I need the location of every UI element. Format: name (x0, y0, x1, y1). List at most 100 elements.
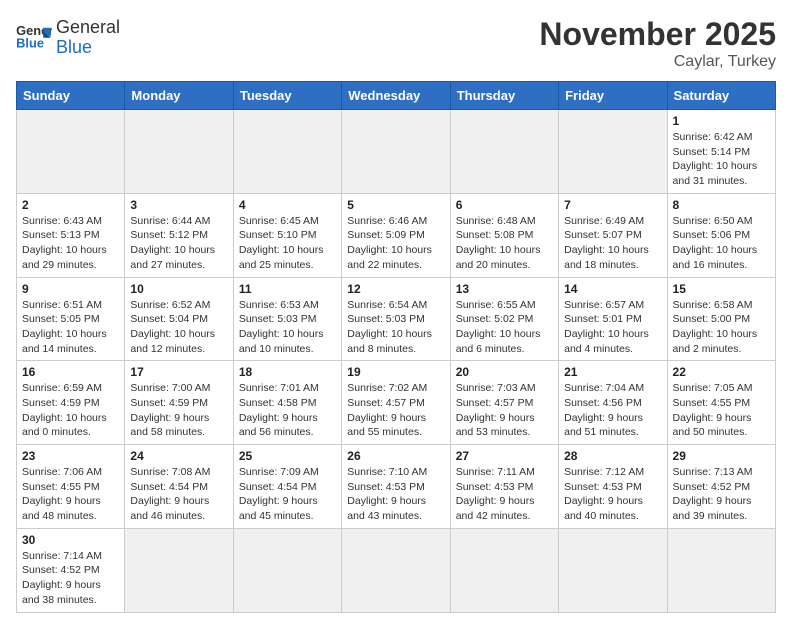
calendar: Sunday Monday Tuesday Wednesday Thursday… (16, 81, 776, 613)
table-row: 6Sunrise: 6:48 AM Sunset: 5:08 PM Daylig… (450, 193, 558, 277)
day-number: 8 (673, 198, 770, 212)
month-title: November 2025 (539, 16, 776, 53)
day-info: Sunrise: 6:45 AM Sunset: 5:10 PM Dayligh… (239, 214, 336, 273)
table-row: 11Sunrise: 6:53 AM Sunset: 5:03 PM Dayli… (233, 277, 341, 361)
day-info: Sunrise: 6:52 AM Sunset: 5:04 PM Dayligh… (130, 298, 227, 357)
day-info: Sunrise: 6:42 AM Sunset: 5:14 PM Dayligh… (673, 130, 770, 189)
day-info: Sunrise: 6:58 AM Sunset: 5:00 PM Dayligh… (673, 298, 770, 357)
table-row: 8 Sunrise: 6:50 AM Sunset: 5:06 PM Daylig… (667, 193, 775, 277)
day-number: 22 (673, 365, 770, 379)
table-row: 22 Sunrise: 7:05 AM Sunset: 4:55 PM Dayli… (667, 361, 775, 445)
day-number: 25 (239, 449, 336, 463)
day-number: 2 (22, 198, 119, 212)
table-row (17, 110, 125, 194)
day-number: 17 (130, 365, 227, 379)
table-row: 10 Sunrise: 6:52 AM Sunset: 5:04 PM Dayli… (125, 277, 233, 361)
calendar-row: 30 Sunrise: 7:14 AM Sunset: 4:52 PM Dayli… (17, 528, 776, 612)
day-number: 10 (130, 282, 227, 296)
day-info: Sunrise: 7:00 AM Sunset: 4:59 PM Dayligh… (130, 381, 227, 440)
day-info: Sunrise: 6:44 AM Sunset: 5:12 PM Dayligh… (130, 214, 227, 273)
table-row (559, 110, 667, 194)
day-number: 29 (673, 449, 770, 463)
day-number: 15 (673, 282, 770, 296)
table-row: 1 Sunrise: 6:42 AM Sunset: 5:14 PM Daylig… (667, 110, 775, 194)
day-info: Sunrise: 6:57 AM Sunset: 5:01 PM Dayligh… (564, 298, 661, 357)
logo-icon: General Blue (16, 22, 52, 52)
header-friday: Friday (559, 82, 667, 110)
day-number: 3 (130, 198, 227, 212)
table-row: 19Sunrise: 7:02 AM Sunset: 4:57 PM Dayli… (342, 361, 450, 445)
day-number: 27 (456, 449, 553, 463)
day-number: 9 (22, 282, 119, 296)
day-info: Sunrise: 6:59 AM Sunset: 4:59 PM Dayligh… (22, 381, 119, 440)
calendar-row: 2 Sunrise: 6:43 AM Sunset: 5:13 PM Daylig… (17, 193, 776, 277)
table-row: 9 Sunrise: 6:51 AM Sunset: 5:05 PM Daylig… (17, 277, 125, 361)
svg-text:Blue: Blue (16, 36, 44, 51)
header-monday: Monday (125, 82, 233, 110)
table-row: 2 Sunrise: 6:43 AM Sunset: 5:13 PM Daylig… (17, 193, 125, 277)
table-row: 16Sunrise: 6:59 AM Sunset: 4:59 PM Dayli… (17, 361, 125, 445)
table-row: 24 Sunrise: 7:08 AM Sunset: 4:54 PM Dayli… (125, 445, 233, 529)
day-info: Sunrise: 7:05 AM Sunset: 4:55 PM Dayligh… (673, 381, 770, 440)
table-row: 18 Sunrise: 7:01 AM Sunset: 4:58 PM Dayli… (233, 361, 341, 445)
table-row (559, 528, 667, 612)
table-row (450, 110, 558, 194)
weekday-header-row: Sunday Monday Tuesday Wednesday Thursday… (17, 82, 776, 110)
day-number: 14 (564, 282, 661, 296)
day-number: 20 (456, 365, 553, 379)
day-number: 7 (564, 198, 661, 212)
table-row: 28Sunrise: 7:12 AM Sunset: 4:53 PM Dayli… (559, 445, 667, 529)
day-info: Sunrise: 6:48 AM Sunset: 5:08 PM Dayligh… (456, 214, 553, 273)
table-row (450, 528, 558, 612)
table-row: 25 Sunrise: 7:09 AM Sunset: 4:54 PM Dayli… (233, 445, 341, 529)
day-number: 18 (239, 365, 336, 379)
day-number: 13 (456, 282, 553, 296)
table-row (667, 528, 775, 612)
table-row: 20Sunrise: 7:03 AM Sunset: 4:57 PM Dayli… (450, 361, 558, 445)
table-row: 23 Sunrise: 7:06 AM Sunset: 4:55 PM Dayli… (17, 445, 125, 529)
table-row: 7 Sunrise: 6:49 AM Sunset: 5:07 PM Daylig… (559, 193, 667, 277)
day-info: Sunrise: 7:06 AM Sunset: 4:55 PM Dayligh… (22, 465, 119, 524)
day-number: 30 (22, 533, 119, 547)
table-row: 30 Sunrise: 7:14 AM Sunset: 4:52 PM Dayli… (17, 528, 125, 612)
title-area: November 2025 Caylar, Turkey (539, 16, 776, 71)
table-row (125, 528, 233, 612)
day-info: Sunrise: 7:10 AM Sunset: 4:53 PM Dayligh… (347, 465, 444, 524)
logo-text-general: General (56, 18, 120, 38)
day-info: Sunrise: 7:08 AM Sunset: 4:54 PM Dayligh… (130, 465, 227, 524)
day-info: Sunrise: 6:50 AM Sunset: 5:06 PM Dayligh… (673, 214, 770, 273)
header: General Blue General Blue November 2025 … (16, 16, 776, 71)
table-row: 3 Sunrise: 6:44 AM Sunset: 5:12 PM Daylig… (125, 193, 233, 277)
day-number: 24 (130, 449, 227, 463)
table-row: 5Sunrise: 6:46 AM Sunset: 5:09 PM Daylig… (342, 193, 450, 277)
table-row: 26 Sunrise: 7:10 AM Sunset: 4:53 PM Dayli… (342, 445, 450, 529)
day-number: 1 (673, 114, 770, 128)
day-number: 5 (347, 198, 444, 212)
day-info: Sunrise: 6:55 AM Sunset: 5:02 PM Dayligh… (456, 298, 553, 357)
header-wednesday: Wednesday (342, 82, 450, 110)
day-info: Sunrise: 6:43 AM Sunset: 5:13 PM Dayligh… (22, 214, 119, 273)
day-info: Sunrise: 7:09 AM Sunset: 4:54 PM Dayligh… (239, 465, 336, 524)
day-number: 26 (347, 449, 444, 463)
day-number: 23 (22, 449, 119, 463)
table-row: 4Sunrise: 6:45 AM Sunset: 5:10 PM Daylig… (233, 193, 341, 277)
day-info: Sunrise: 7:02 AM Sunset: 4:57 PM Dayligh… (347, 381, 444, 440)
day-info: Sunrise: 6:49 AM Sunset: 5:07 PM Dayligh… (564, 214, 661, 273)
day-info: Sunrise: 6:53 AM Sunset: 5:03 PM Dayligh… (239, 298, 336, 357)
table-row (342, 110, 450, 194)
table-row: 12Sunrise: 6:54 AM Sunset: 5:03 PM Dayli… (342, 277, 450, 361)
day-info: Sunrise: 7:14 AM Sunset: 4:52 PM Dayligh… (22, 549, 119, 608)
header-sunday: Sunday (17, 82, 125, 110)
table-row: 17 Sunrise: 7:00 AM Sunset: 4:59 PM Dayli… (125, 361, 233, 445)
calendar-row: 16Sunrise: 6:59 AM Sunset: 4:59 PM Dayli… (17, 361, 776, 445)
calendar-row: 9 Sunrise: 6:51 AM Sunset: 5:05 PM Daylig… (17, 277, 776, 361)
header-tuesday: Tuesday (233, 82, 341, 110)
location-subtitle: Caylar, Turkey (539, 53, 776, 71)
day-info: Sunrise: 7:11 AM Sunset: 4:53 PM Dayligh… (456, 465, 553, 524)
calendar-row: 23 Sunrise: 7:06 AM Sunset: 4:55 PM Dayli… (17, 445, 776, 529)
day-info: Sunrise: 6:51 AM Sunset: 5:05 PM Dayligh… (22, 298, 119, 357)
day-info: Sunrise: 7:01 AM Sunset: 4:58 PM Dayligh… (239, 381, 336, 440)
day-number: 28 (564, 449, 661, 463)
table-row: 13 Sunrise: 6:55 AM Sunset: 5:02 PM Dayli… (450, 277, 558, 361)
calendar-row: 1 Sunrise: 6:42 AM Sunset: 5:14 PM Daylig… (17, 110, 776, 194)
